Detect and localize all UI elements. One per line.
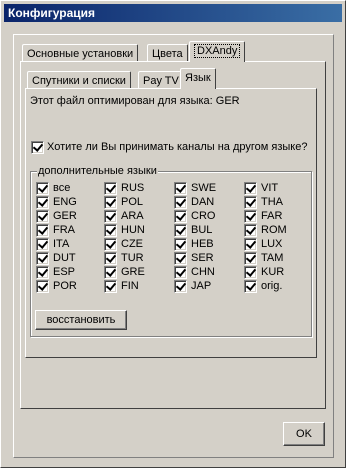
lang-checkbox-kur[interactable] — [244, 266, 257, 279]
lang-label-por: POR — [53, 280, 77, 292]
title-bar: Конфигурация — [4, 4, 342, 22]
lang-checkbox-ara[interactable] — [104, 210, 117, 223]
lang-label-ger: GER — [53, 210, 77, 222]
additional-languages-caption: дополнительные языки — [37, 165, 158, 178]
lang-label-bul: BUL — [191, 224, 213, 236]
lang-checkbox-tur[interactable] — [104, 252, 117, 265]
lang-checkbox-rus[interactable] — [104, 182, 117, 195]
lang-label-tha: THA — [261, 196, 283, 208]
lang-label-jap: JAP — [191, 280, 212, 292]
tab-pay-tv[interactable]: Pay TV — [138, 71, 184, 89]
lang-label-rom: ROM — [261, 224, 287, 236]
lang-checkbox-fin[interactable] — [104, 280, 117, 293]
lang-checkbox-fra[interactable] — [36, 224, 49, 237]
lang-checkbox-lux[interactable] — [244, 238, 257, 251]
lang-checkbox-jap[interactable] — [174, 280, 187, 293]
tab-dxandy[interactable]: DXAndy — [189, 41, 246, 62]
lang-label-cze: CZE — [121, 238, 143, 250]
lang-label-vit: VIT — [261, 182, 279, 194]
ok-button[interactable]: OK — [283, 422, 325, 446]
optimized-language-text: Этот файл оптимирован для языка: GER — [30, 95, 240, 107]
lang-label-dan: DAN — [191, 196, 215, 208]
tab-language-label: Язык — [185, 72, 211, 84]
lang-label-eng: ENG — [53, 196, 77, 208]
tab-language[interactable]: Язык — [180, 68, 216, 89]
lang-label-gre: GRE — [121, 266, 145, 278]
lang-checkbox-tam[interactable] — [244, 252, 257, 265]
lang-checkbox-ita[interactable] — [36, 238, 49, 251]
lang-checkbox-chn[interactable] — [174, 266, 187, 279]
lang-label-tam: TAM — [261, 252, 284, 264]
dxandy-tab-panel: Спутники и списки Pay TV Язык Этот файл … — [20, 61, 326, 409]
lang-label-dut: DUT — [53, 252, 76, 264]
lang-label-ara: ARA — [121, 210, 144, 222]
config-window: Конфигурация Основные установки Цвета DX… — [0, 0, 346, 468]
lang-label-tur: TUR — [121, 252, 144, 264]
lang-checkbox-cro[interactable] — [174, 210, 187, 223]
lang-checkbox-pol[interactable] — [104, 196, 117, 209]
restore-button-label: восстановить — [46, 314, 116, 326]
tab-satellites-lists[interactable]: Спутники и списки — [27, 71, 131, 89]
ok-button-label: OK — [296, 428, 312, 440]
lang-label-far: FAR — [261, 210, 283, 222]
lang-checkbox-heb[interactable] — [174, 238, 187, 251]
lang-checkbox-esp[interactable] — [36, 266, 49, 279]
accept-other-lang-checkbox[interactable] — [31, 141, 44, 154]
lang-label-pol: POL — [121, 196, 144, 208]
restore-button[interactable]: восстановить — [35, 310, 127, 330]
lang-label-fin: FIN — [121, 280, 139, 292]
lang-label-fra: FRA — [53, 224, 75, 236]
lang-checkbox-dut[interactable] — [36, 252, 49, 265]
tab-colors-label: Цвета — [152, 48, 183, 60]
tab-basic-settings[interactable]: Основные установки — [22, 44, 139, 62]
dialog-panel: Основные установки Цвета DXAndy Спутники… — [13, 34, 334, 458]
lang-label-ita: ITA — [53, 238, 70, 250]
lang-checkbox-rom[interactable] — [244, 224, 257, 237]
lang-label-rus: RUS — [121, 182, 145, 194]
language-tab-panel: Этот файл оптимирован для языка: GER Хот… — [25, 88, 317, 358]
lang-checkbox-bul[interactable] — [174, 224, 187, 237]
lang-label-ser: SER — [191, 252, 214, 264]
lang-checkbox-dan[interactable] — [174, 196, 187, 209]
tab-pay-tv-label: Pay TV — [143, 75, 179, 87]
lang-checkbox-eng[interactable] — [36, 196, 49, 209]
lang-label-lux: LUX — [261, 238, 283, 250]
additional-languages-group: дополнительные языки все ENG GER FRA ITA DUT E… — [30, 165, 312, 337]
tab-colors[interactable]: Цвета — [147, 44, 188, 62]
tab-basic-settings-label: Основные установки — [27, 48, 134, 60]
lang-checkbox-por[interactable] — [36, 280, 49, 293]
lang-label-chn: CHN — [191, 266, 215, 278]
lang-checkbox-orig[interactable] — [244, 280, 257, 293]
lang-checkbox-vit[interactable] — [244, 182, 257, 195]
lang-checkbox-ser[interactable] — [174, 252, 187, 265]
lang-checkbox-gre[interactable] — [104, 266, 117, 279]
lang-label-orig: orig. — [261, 280, 283, 292]
lang-label-esp: ESP — [53, 266, 76, 278]
lang-label-swe: SWE — [191, 182, 217, 194]
lang-checkbox-swe[interactable] — [174, 182, 187, 195]
lang-checkbox-hun[interactable] — [104, 224, 117, 237]
tab-dxandy-label: DXAndy — [194, 44, 241, 58]
lang-checkbox-ger[interactable] — [36, 210, 49, 223]
lang-label-все: все — [53, 182, 71, 194]
lang-label-hun: HUN — [121, 224, 145, 236]
tab-satellites-lists-label: Спутники и списки — [32, 75, 126, 87]
lang-label-cro: CRO — [191, 210, 216, 222]
lang-label-kur: KUR — [261, 266, 285, 278]
lang-checkbox-все[interactable] — [36, 182, 49, 195]
accept-other-lang-label: Хотите ли Вы принимать каналы на другом … — [47, 141, 308, 153]
lang-label-heb: HEB — [191, 238, 214, 250]
lang-checkbox-cze[interactable] — [104, 238, 117, 251]
lang-checkbox-far[interactable] — [244, 210, 257, 223]
lang-checkbox-tha[interactable] — [244, 196, 257, 209]
window-title: Конфигурация — [8, 6, 96, 20]
